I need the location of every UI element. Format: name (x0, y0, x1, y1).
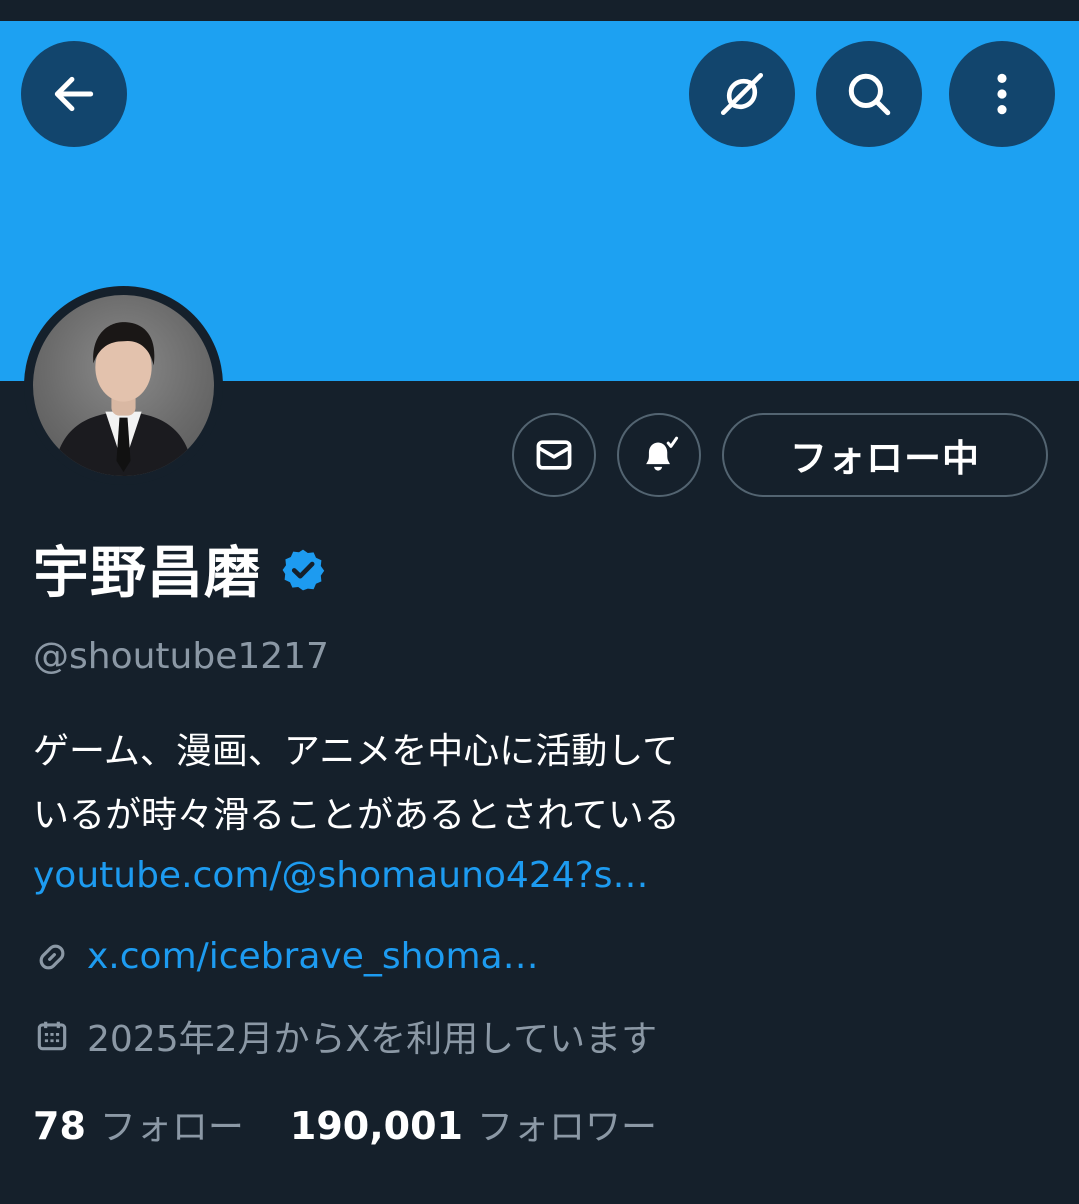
search-icon (848, 73, 891, 116)
display-name: 宇野昌磨 (33, 540, 261, 606)
verified-badge-icon[interactable] (279, 546, 327, 594)
website-row: x.com/icebrave_shoma… (33, 936, 539, 977)
back-button[interactable] (21, 41, 127, 147)
bio-line: いるが時々滑ることがあるとされている (33, 795, 680, 836)
followers-label: フォロワー (476, 1107, 657, 1148)
status-bar (0, 0, 1079, 21)
envelope-icon (536, 440, 572, 470)
search-button[interactable] (816, 41, 922, 147)
grok-icon (720, 72, 764, 116)
joined-date-row: 2025年2月からXを利用しています (33, 1010, 657, 1062)
avatar-image (33, 295, 214, 476)
following-button[interactable]: フォロー中 (722, 413, 1048, 497)
profile-page: フォロー中 宇野昌磨 @shoutube1217 ゲーム、漫画、アニメを中心に活… (0, 0, 1079, 1204)
bio: ゲーム、漫画、アニメを中心に活動して いるが時々滑ることがあるとされている (33, 720, 933, 848)
arrow-left-icon (54, 76, 94, 112)
following-stat[interactable]: 78 フォロー (33, 1098, 244, 1150)
username-handle: @shoutube1217 (33, 636, 329, 677)
website-link[interactable]: x.com/icebrave_shoma… (87, 936, 539, 977)
avatar[interactable] (24, 286, 223, 485)
more-vertical-icon (997, 73, 1007, 115)
person-portrait-icon (53, 322, 194, 476)
bell-check-icon (646, 436, 679, 471)
display-name-row: 宇野昌磨 (33, 532, 327, 606)
calendar-icon (37, 1021, 67, 1051)
notifications-button[interactable] (617, 413, 701, 497)
more-button[interactable] (949, 41, 1055, 147)
follow-stats: 78 フォロー 190,001 フォロワー (33, 1098, 657, 1150)
grok-button[interactable] (689, 41, 795, 147)
message-button[interactable] (512, 413, 596, 497)
followers-stat[interactable]: 190,001 フォロワー (290, 1098, 657, 1150)
bio-line: ゲーム、漫画、アニメを中心に活動して (33, 731, 679, 772)
following-count: 78 (33, 1104, 86, 1148)
joined-date: 2025年2月からXを利用しています (87, 1019, 658, 1060)
link-icon (39, 944, 65, 969)
bio-youtube-link[interactable]: youtube.com/@shomauno424?s… (33, 848, 649, 904)
following-label: フォロー (99, 1107, 244, 1148)
followers-count: 190,001 (289, 1104, 463, 1148)
